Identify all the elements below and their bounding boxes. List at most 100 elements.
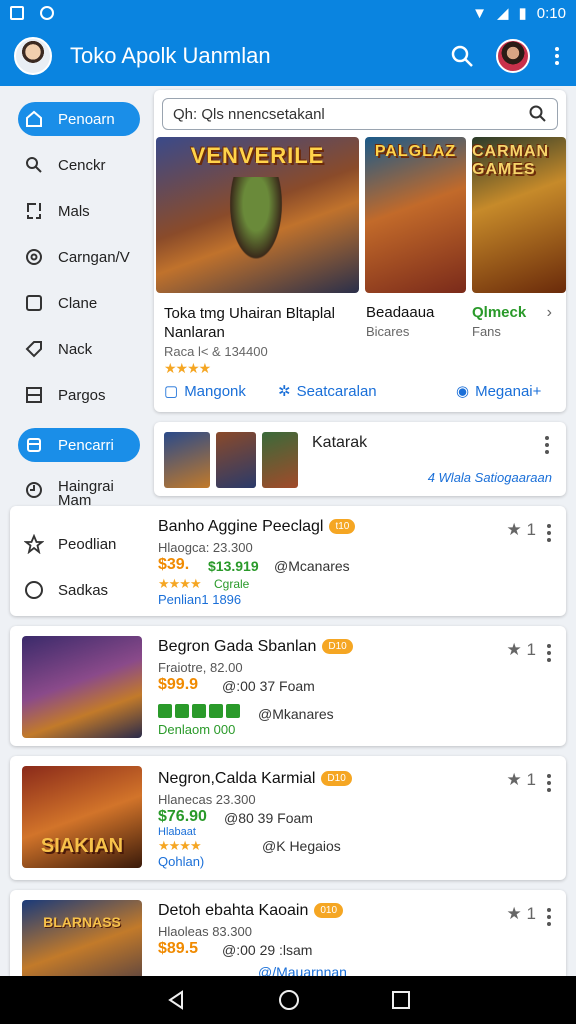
list-item[interactable]: SIAKIAN Negron,Calda Karmial D10 Hlanecas… — [10, 756, 566, 880]
cart-icon — [24, 435, 44, 455]
notification-icon — [40, 6, 54, 20]
product-footer: Penlian1 1896 — [158, 592, 242, 607]
search-icon[interactable] — [450, 44, 474, 68]
mini-thumb[interactable] — [216, 432, 256, 488]
sidebar-item-clane[interactable]: Clane — [18, 286, 140, 320]
sidebar-item-sadkas[interactable]: Sadkas — [24, 580, 116, 600]
banner-subtitle: Fans — [472, 324, 501, 339]
product-badge: 010 — [314, 903, 344, 919]
sidebar-item-label: Pencarri — [58, 436, 114, 454]
sidebar-extra: Peodlian Sadkas — [24, 534, 116, 600]
rating: ★ 1 — [507, 520, 536, 540]
product-price-alt: @80 39 Foam — [224, 810, 313, 826]
thumb-art-text: BLARNASS — [43, 914, 121, 930]
product-stars: ★★★★ — [158, 838, 202, 853]
banner-subtitle: Bicares — [366, 324, 410, 339]
rating: ★ 1 — [507, 640, 536, 660]
product-sub: Hlanecas 23.300 — [158, 792, 256, 807]
product-thumbnail[interactable]: SIAKIAN — [22, 766, 142, 868]
recents-icon[interactable] — [391, 990, 411, 1010]
sidebar-item-pencarri[interactable]: Pencarri — [18, 428, 140, 462]
product-extra: Hlabaat — [158, 826, 196, 838]
search-input[interactable]: Qh: Qls nnencsetakanl — [162, 98, 558, 130]
sidebar-item-peodlian[interactable]: Peodlian — [24, 534, 116, 554]
info-icon: ◉ — [456, 383, 470, 400]
product-price: $89.5 — [158, 940, 199, 957]
sidebar-item-label: Peodlian — [58, 535, 117, 553]
sidebar-item-haingrai[interactable]: Haingrai Mam — [18, 476, 140, 506]
back-icon[interactable] — [165, 989, 187, 1011]
list-item[interactable]: BLARNASS Detoh ebahta Kaoain 010 Hlaoleas… — [10, 890, 566, 976]
list-item[interactable]: Peodlian Sadkas Banho Aggine Peeclagl t10… — [10, 506, 566, 616]
profile-avatar[interactable] — [496, 39, 530, 73]
banner-title: Beadaaua — [366, 304, 435, 321]
sidebar-item-carngan[interactable]: Carngan/V — [18, 240, 140, 274]
avatar[interactable] — [14, 37, 52, 75]
mini-thumb[interactable] — [164, 432, 210, 488]
katarak-card: Katarak 4 Wlala Satiogaaraan — [154, 422, 566, 496]
sidebar-item-label: Mals — [58, 202, 90, 220]
product-name-text: Negron,Calda Karmial — [158, 770, 316, 787]
sidebar-item-label: Clane — [58, 294, 98, 312]
sidebar-item-label: Penoarn — [58, 110, 115, 128]
battery-icon: ▮ — [518, 5, 527, 22]
rating-value: 1 — [526, 520, 536, 539]
more-icon[interactable] — [544, 644, 554, 662]
product-tag: @K Hegaios — [262, 838, 341, 854]
product-name-text: Banho Aggine Peeclagl — [158, 518, 324, 535]
banner-title: Qlmeck — [472, 304, 527, 321]
product-thumbnail[interactable] — [22, 636, 142, 738]
progress-blocks — [158, 704, 240, 718]
bookmark-icon: ▢ — [164, 383, 179, 400]
mini-thumb[interactable] — [262, 432, 298, 488]
more-icon[interactable] — [544, 524, 554, 542]
banner-carman[interactable]: CARMAN GAMES — [472, 137, 566, 293]
link-label: Mangonk — [184, 382, 246, 400]
sidebar-item-mals[interactable]: Mals — [18, 194, 140, 228]
product-price-alt: @:00 37 Foam — [222, 678, 315, 694]
see-all-link[interactable]: 4 Wlala Satiogaaraan — [428, 470, 552, 485]
product-badge: D10 — [322, 639, 353, 655]
home-icon — [24, 109, 44, 129]
more-icon[interactable] — [552, 47, 562, 65]
block — [192, 704, 206, 718]
banner-venverile[interactable]: VENVERILE — [156, 137, 359, 293]
wifi-icon: ▼ — [472, 4, 487, 22]
sidebar-item-penoarn[interactable]: Penoarn — [18, 102, 140, 136]
star-icon: ★ — [506, 640, 522, 659]
link-meganai[interactable]: ◉ Meganai+ — [456, 382, 541, 401]
home-icon[interactable] — [278, 989, 300, 1011]
link-mangonk[interactable]: ▢ Mangonk — [164, 382, 246, 401]
product-badge: D10 — [321, 771, 352, 787]
chevron-right-icon[interactable]: › — [547, 304, 552, 322]
product-tag: @Mcanares — [274, 558, 350, 574]
product-badge: t10 — [329, 519, 356, 535]
product-footer: Qohlan) — [158, 854, 205, 869]
search-placeholder: Qh: Qls nnencsetakanl — [173, 105, 325, 123]
section-title: Katarak — [312, 434, 368, 451]
more-icon[interactable] — [544, 774, 554, 792]
list-item[interactable]: Begron Gada Sbanlan D10 Fraiotre, 82.00 $… — [10, 626, 566, 746]
product-name: Negron,Calda Karmial D10 — [158, 770, 352, 788]
sidebar-item-cenckr[interactable]: Cenckr — [18, 148, 140, 182]
star-outline-icon — [24, 534, 44, 554]
more-icon[interactable] — [544, 908, 554, 926]
link-seatcaralan[interactable]: ✲ Seatcaralan — [278, 382, 377, 401]
sidebar-item-nack[interactable]: Nack — [18, 332, 140, 366]
settings-icon — [24, 247, 44, 267]
product-price: $99.9 — [158, 676, 199, 693]
more-icon[interactable] — [542, 436, 552, 454]
list-icon — [24, 385, 44, 405]
gallery-icon — [10, 6, 24, 20]
bookmark-icon — [24, 201, 44, 221]
sidebar-item-pargos[interactable]: Pargos — [18, 378, 140, 412]
clock-icon — [24, 480, 44, 500]
product-price-alt: @:00 29 :lsam — [222, 942, 313, 958]
banner-palglaz[interactable]: PALGLAZ — [365, 137, 466, 293]
search-icon[interactable] — [529, 105, 547, 123]
search-icon — [24, 155, 44, 175]
product-thumbnail[interactable]: BLARNASS — [22, 900, 142, 976]
banner-art-text: VENVERILE — [190, 143, 325, 168]
app-bar: Toko Apolk Uanmlan — [0, 26, 576, 86]
product-sub: Fraiotre, 82.00 — [158, 660, 243, 675]
